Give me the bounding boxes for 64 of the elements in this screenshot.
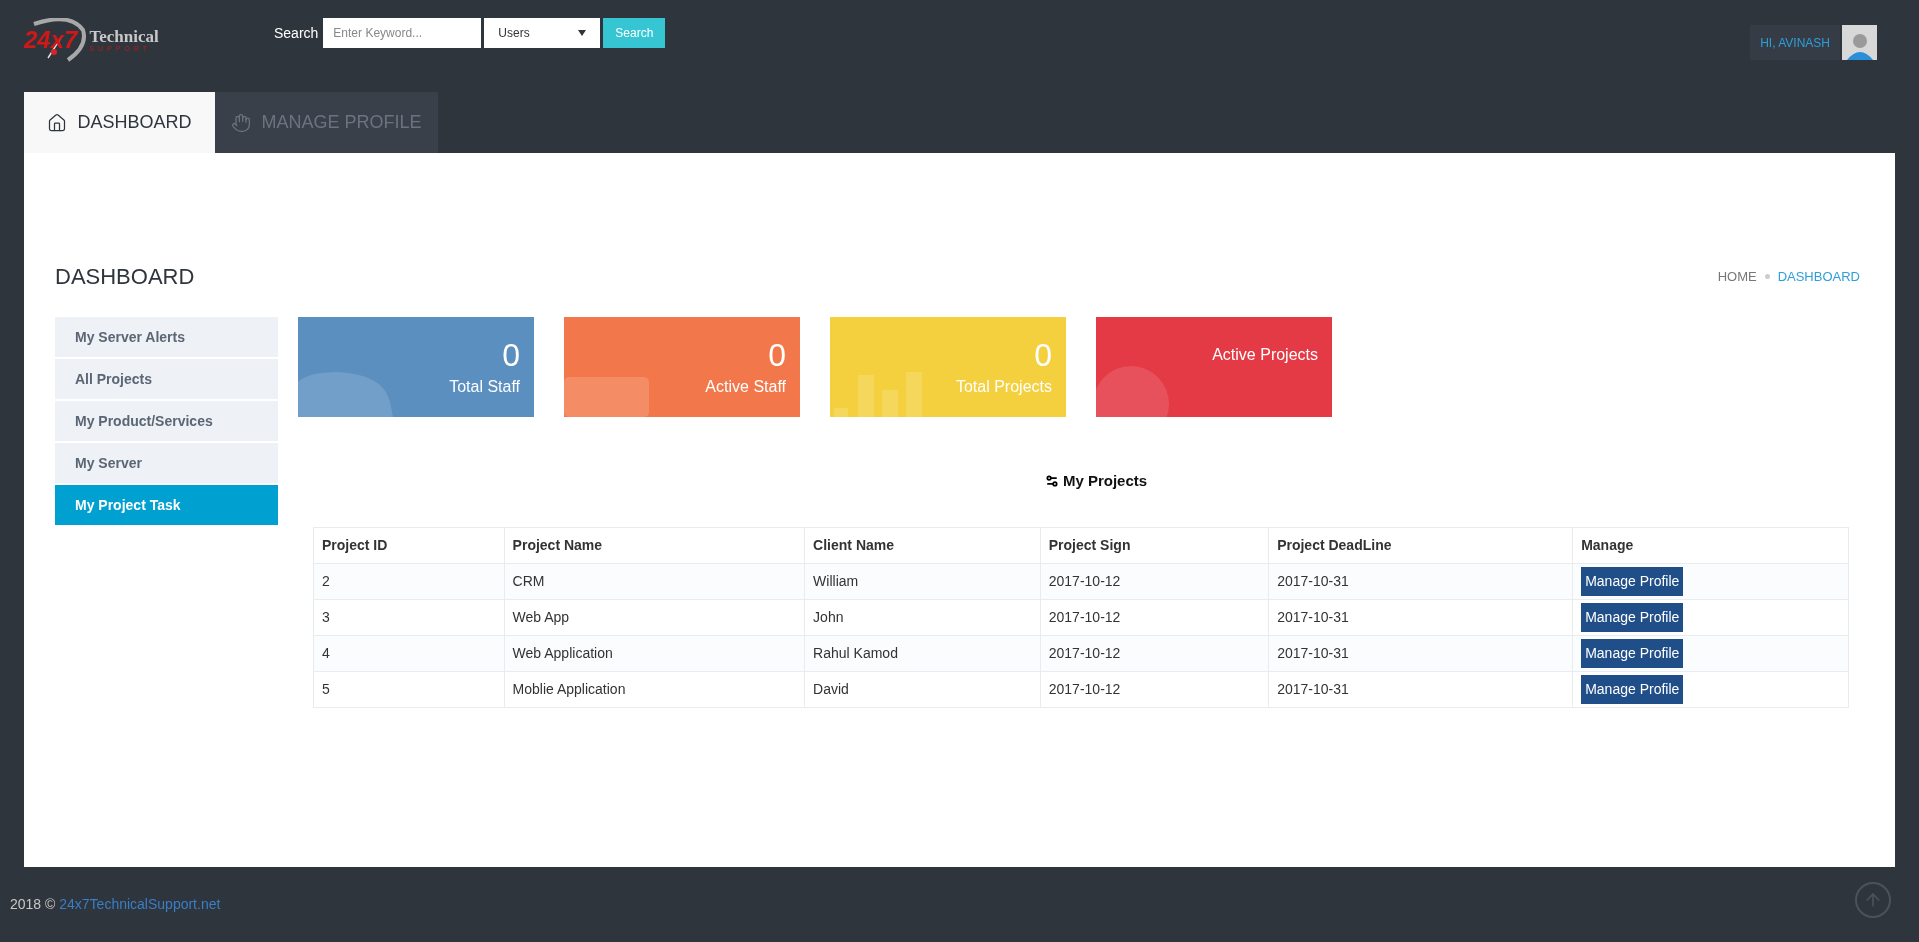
table-cell: 3 xyxy=(313,599,505,635)
column-header: Project DeadLine xyxy=(1268,527,1573,563)
stat-card[interactable]: 0 Active Staff xyxy=(564,317,800,417)
table-cell: Moblie Application xyxy=(504,671,805,707)
table-cell: 2 xyxy=(313,563,505,599)
table-cell: 2017-10-12 xyxy=(1040,635,1269,671)
table-cell: John xyxy=(804,599,1041,635)
stat-label: Active Staff xyxy=(705,377,786,397)
table-cell: Web Application xyxy=(504,635,805,671)
sidebar-item[interactable]: All Projects xyxy=(55,359,278,399)
manage-profile-button[interactable]: Manage Profile xyxy=(1581,638,1684,668)
table-cell: 2017-10-12 xyxy=(1040,563,1269,599)
hand-icon xyxy=(231,112,252,133)
search-label: Search xyxy=(274,23,319,43)
sidebar-item[interactable]: My Server xyxy=(55,443,278,483)
breadcrumb-link[interactable]: HOME xyxy=(1717,266,1757,287)
table-cell: 2017-10-12 xyxy=(1040,671,1269,707)
scroll-top-icon[interactable] xyxy=(1855,881,1891,918)
table-cell: Rahul Kamod xyxy=(804,635,1041,671)
table-cell: 4 xyxy=(313,635,505,671)
sidebar-item[interactable]: My Product/Services xyxy=(55,401,278,441)
site-link[interactable]: 24x7TechnicalSupport.net xyxy=(59,896,221,912)
stat-card[interactable]: 0 Total Staff xyxy=(298,317,534,417)
column-header: Manage xyxy=(1572,527,1849,563)
page-title: DASHBOARD xyxy=(55,263,195,291)
column-header: Project Name xyxy=(504,527,805,563)
user-greeting[interactable]: HI, AVINASH xyxy=(1750,25,1840,60)
stat-value: 0 xyxy=(502,339,520,371)
section-title: My Projects xyxy=(1062,471,1148,491)
stat-value: 0 xyxy=(1034,339,1052,371)
table-cell: 2017-10-31 xyxy=(1268,563,1573,599)
table-cell: CRM xyxy=(504,563,805,599)
table-cell: 5 xyxy=(313,671,505,707)
copyright-text: 2018 © 24x7TechnicalSupport.net xyxy=(10,895,221,914)
table-cell: Web App xyxy=(504,599,805,635)
avatar[interactable] xyxy=(1842,25,1877,60)
stat-label: Total Staff xyxy=(449,377,520,397)
stat-card[interactable]: Active Projects xyxy=(1096,317,1332,417)
stat-label: Active Projects xyxy=(1212,345,1318,365)
column-header: Project ID xyxy=(313,527,505,563)
breadcrumb-link[interactable]: DASHBOARD xyxy=(1777,266,1860,287)
nav-tab[interactable]: DASHBOARD xyxy=(24,92,215,153)
sidebar-item[interactable]: My Server Alerts xyxy=(55,317,278,357)
column-header: Project Sign xyxy=(1040,527,1269,563)
table-cell: 2017-10-31 xyxy=(1268,671,1573,707)
table-cell: David xyxy=(804,671,1041,707)
manage-profile-button[interactable]: Manage Profile xyxy=(1581,566,1684,596)
stat-value: 0 xyxy=(768,339,786,371)
breadcrumb-separator-icon xyxy=(1764,274,1770,279)
table-cell: William xyxy=(804,563,1041,599)
card-icon xyxy=(564,377,649,417)
chat-bubble-icon xyxy=(298,372,393,417)
stat-label: Total Projects xyxy=(955,377,1052,397)
table-cell: 2017-10-31 xyxy=(1268,599,1573,635)
sidebar-item[interactable]: My Project Task xyxy=(55,485,278,525)
table-cell: 2017-10-31 xyxy=(1268,635,1573,671)
column-header: Client Name xyxy=(804,527,1041,563)
home-icon xyxy=(47,112,68,133)
keyword-field[interactable]: Enter Keyword... xyxy=(323,18,482,48)
manage-profile-button[interactable]: Manage Profile xyxy=(1581,602,1684,632)
caret-icon xyxy=(578,30,587,36)
table-cell: 2017-10-12 xyxy=(1040,599,1269,635)
scope-select[interactable]: Users xyxy=(484,18,601,48)
manage-profile-button[interactable]: Manage Profile xyxy=(1581,674,1684,704)
